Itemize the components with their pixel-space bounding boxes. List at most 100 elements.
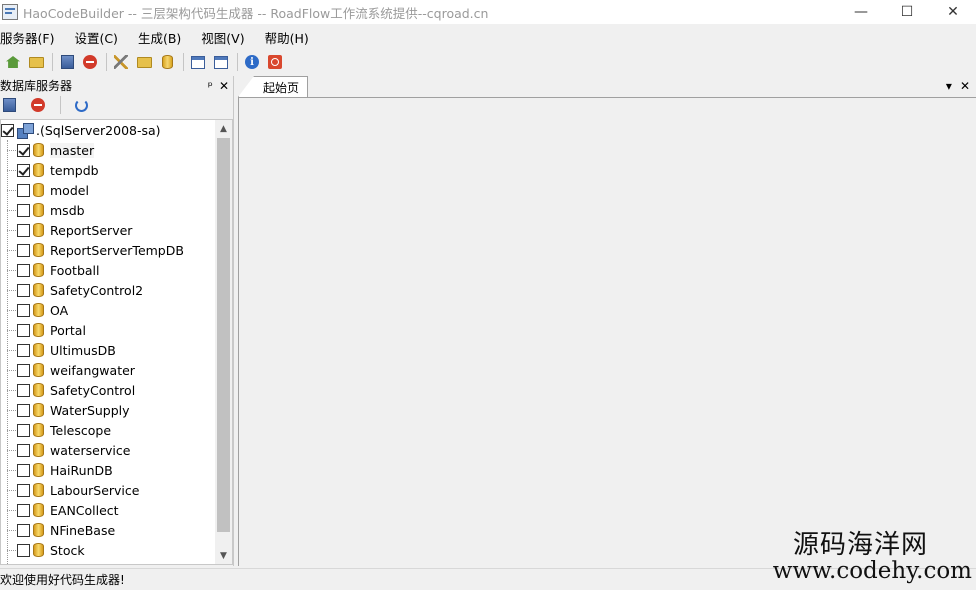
tree-item-database[interactable]: SafetyControl2	[1, 280, 232, 300]
database-checkbox[interactable]	[17, 243, 30, 257]
database-checkbox[interactable]	[17, 543, 30, 557]
database-checkbox[interactable]	[17, 183, 30, 197]
tools-button[interactable]	[112, 53, 130, 71]
tree-item-database[interactable]: EANCollect	[1, 500, 232, 520]
database-server-panel: 数据库服务器 ᵖ ✕ .(SqlServer2008-sa) master tem…	[0, 76, 234, 566]
database-tree[interactable]: .(SqlServer2008-sa) master tempdb model msd…	[0, 119, 233, 565]
database-checkbox[interactable]	[17, 363, 30, 377]
maximize-button[interactable]: ☐	[884, 0, 930, 24]
power-button[interactable]	[266, 53, 284, 71]
menu-build[interactable]: 生成(B)	[138, 28, 191, 47]
database-checkbox[interactable]	[17, 423, 30, 437]
window-controls: — ☐ ✕	[838, 0, 976, 24]
tree-item-database[interactable]: HaiRunDB	[1, 460, 232, 480]
tree-item-database[interactable]: tempdb	[1, 160, 232, 180]
menu-view[interactable]: 视图(V)	[201, 28, 254, 47]
database-icon	[33, 523, 44, 537]
panel-refresh-button[interactable]	[72, 96, 90, 114]
tab-start-page[interactable]: 起始页	[238, 76, 309, 97]
folder-button[interactable]	[135, 53, 153, 71]
window-title: HaoCodeBuilder -- 三层架构代码生成器 -- RoadFlow工…	[23, 5, 489, 21]
scroll-up-button[interactable]: ▲	[215, 120, 232, 137]
tree-item-database[interactable]: ReportServer	[1, 220, 232, 240]
tree-item-database[interactable]: UltimusDB	[1, 340, 232, 360]
tree-item-database[interactable]: master	[1, 140, 232, 160]
database-label: EANCollect	[50, 502, 119, 518]
tree-item-database[interactable]: Portal	[1, 320, 232, 340]
database-icon	[33, 363, 44, 377]
tree-item-database[interactable]: msdb	[1, 200, 232, 220]
root-checkbox[interactable]	[1, 123, 14, 137]
database-checkbox[interactable]	[17, 163, 30, 177]
main-toolbar: i	[0, 50, 976, 74]
database-checkbox[interactable]	[17, 483, 30, 497]
tab-close-button[interactable]: ✕	[960, 79, 970, 93]
tree-item-database[interactable]: Telescope	[1, 420, 232, 440]
tree-item-database[interactable]: OA	[1, 300, 232, 320]
server-connect-button[interactable]	[58, 53, 76, 71]
document-area	[238, 98, 976, 566]
database-checkbox[interactable]	[17, 503, 30, 517]
database-icon	[33, 383, 44, 397]
database-label: Telescope	[50, 422, 112, 438]
menu-help[interactable]: 帮助(H)	[265, 28, 319, 47]
database-checkbox[interactable]	[17, 263, 30, 277]
minimize-button[interactable]: —	[838, 0, 884, 24]
database-checkbox[interactable]	[17, 343, 30, 357]
database-label: WaterSupply	[50, 402, 130, 418]
database-checkbox[interactable]	[17, 463, 30, 477]
database-label: ReportServerTempDB	[50, 242, 184, 258]
panel-connect-button[interactable]	[0, 96, 18, 114]
tools-icon	[114, 55, 128, 69]
database-checkbox[interactable]	[17, 203, 30, 217]
window-button[interactable]	[189, 53, 207, 71]
toolbar-separator	[60, 96, 61, 114]
tree-scrollbar[interactable]: ▲ ▼	[215, 120, 232, 564]
database-icon	[33, 463, 44, 477]
database-checkbox[interactable]	[17, 283, 30, 297]
database-checkbox[interactable]	[17, 383, 30, 397]
database-checkbox[interactable]	[17, 403, 30, 417]
database-icon	[33, 283, 44, 297]
database-icon	[33, 423, 44, 437]
database-button[interactable]	[158, 53, 176, 71]
database-checkbox[interactable]	[17, 523, 30, 537]
tree-item-database[interactable]: LabourService	[1, 480, 232, 500]
database-checkbox[interactable]	[17, 143, 30, 157]
database-icon	[33, 543, 44, 557]
menu-bar: 服务器(F) 设置(C) 生成(B) 视图(V) 帮助(H)	[0, 26, 976, 48]
database-label: tempdb	[50, 162, 99, 178]
window-switch-icon	[214, 55, 228, 69]
tree-root-server[interactable]: .(SqlServer2008-sa)	[1, 120, 232, 140]
tree-item-database[interactable]: WaterSupply	[1, 400, 232, 420]
tree-item-database[interactable]: waterservice	[1, 440, 232, 460]
home-button[interactable]	[4, 53, 22, 71]
info-button[interactable]: i	[243, 53, 261, 71]
pin-button[interactable]: ᵖ	[208, 79, 213, 93]
tree-item-database[interactable]: Stock	[1, 540, 232, 560]
close-button[interactable]: ✕	[930, 0, 976, 24]
toolbar-separator	[106, 53, 107, 71]
tree-item-database[interactable]: SafetyControl	[1, 380, 232, 400]
panel-close-button[interactable]: ✕	[219, 79, 229, 93]
panel-disconnect-button[interactable]	[29, 96, 47, 114]
scroll-thumb[interactable]	[217, 138, 230, 532]
server-add-button[interactable]	[27, 53, 45, 71]
stop-button[interactable]	[81, 53, 99, 71]
tree-item-database[interactable]: Football	[1, 260, 232, 280]
database-checkbox[interactable]	[17, 223, 30, 237]
tree-item-database[interactable]: ReportServerTempDB	[1, 240, 232, 260]
database-checkbox[interactable]	[17, 303, 30, 317]
power-icon	[268, 55, 282, 69]
menu-settings[interactable]: 设置(C)	[74, 28, 127, 47]
window-icon	[191, 55, 205, 69]
menu-server[interactable]: 服务器(F)	[0, 28, 64, 47]
tab-dropdown-button[interactable]: ▾	[946, 79, 952, 93]
window-switch-button[interactable]	[212, 53, 230, 71]
database-checkbox[interactable]	[17, 323, 30, 337]
scroll-down-button[interactable]: ▼	[215, 547, 232, 564]
tree-item-database[interactable]: weifangwater	[1, 360, 232, 380]
tree-item-database[interactable]: model	[1, 180, 232, 200]
database-checkbox[interactable]	[17, 443, 30, 457]
tree-item-database[interactable]: NFineBase	[1, 520, 232, 540]
